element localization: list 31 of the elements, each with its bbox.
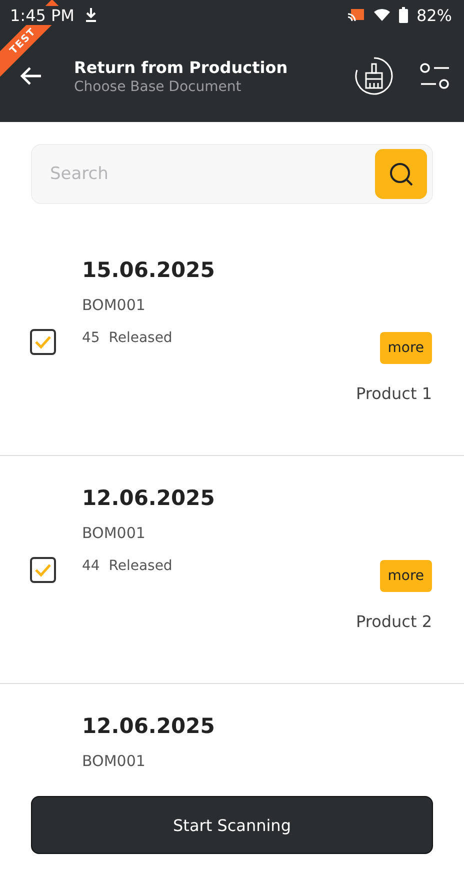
page-title: Return from Production [74, 58, 289, 76]
battery-percent: 82% [416, 6, 452, 24]
document-code: BOM001 [82, 296, 146, 314]
back-arrow-icon[interactable] [20, 66, 42, 86]
battery-icon [399, 7, 408, 23]
cast-icon [347, 8, 366, 22]
search-icon [388, 161, 414, 187]
brush-icon[interactable] [354, 56, 394, 96]
checkbox[interactable] [30, 556, 56, 582]
checkmark-icon [34, 562, 52, 576]
document-code: BOM001 [82, 524, 146, 542]
document-code: BOM001 [82, 752, 146, 770]
document-status: 45 Released [82, 330, 172, 346]
product-name: Product 2 [356, 612, 432, 631]
download-icon [84, 7, 98, 23]
document-date: 12.06.2025 [82, 714, 216, 738]
search-field[interactable]: Search [31, 144, 433, 204]
search-button[interactable] [375, 149, 427, 199]
document-date: 15.06.2025 [82, 258, 216, 282]
start-scanning-button[interactable]: Start Scanning [31, 796, 433, 854]
document-date: 12.06.2025 [82, 486, 216, 510]
search-input[interactable]: Search [48, 163, 375, 185]
product-name: Product 1 [356, 384, 432, 403]
filter-icon[interactable] [420, 62, 450, 90]
more-button[interactable]: more [380, 560, 432, 592]
document-status: 44 Released [82, 558, 172, 574]
more-button[interactable]: more [380, 332, 432, 364]
checkmark-icon [34, 334, 52, 348]
page-subtitle: Choose Base Document [74, 78, 242, 94]
wifi-icon [373, 8, 392, 22]
checkbox[interactable] [30, 328, 56, 354]
